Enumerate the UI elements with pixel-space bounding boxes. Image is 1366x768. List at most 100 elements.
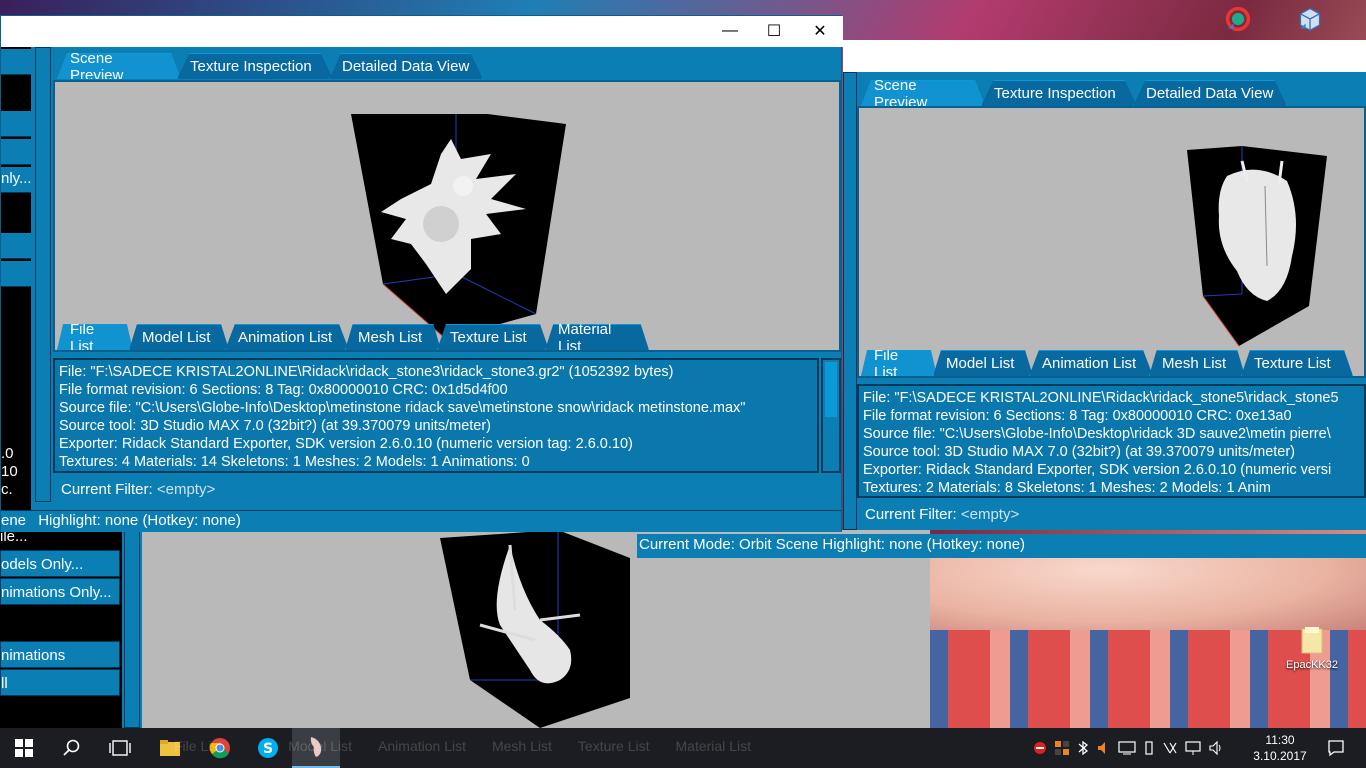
windows-icon (15, 739, 33, 757)
back-sidebar: ile... odels Only... nimations Only... n… (0, 528, 122, 728)
close-button[interactable]: ✕ (797, 16, 843, 46)
sidebar-button-3[interactable] (1, 139, 31, 165)
speaker-icon[interactable] (1208, 740, 1224, 756)
back-window: ile... odels Only... nimations Only... n… (0, 528, 930, 728)
right-titlebar[interactable] (843, 40, 1366, 72)
task-view-button[interactable] (96, 728, 144, 768)
back-model-box (440, 530, 630, 728)
tab-mesh-list[interactable]: Mesh List (345, 324, 441, 350)
file-info-line-3: Source file: "C:\Users\Globe-Info\Deskto… (59, 400, 746, 416)
tab-scene-preview[interactable]: Scene Preview (57, 53, 181, 79)
main-sidebar: nly... .0 10 c. (1, 47, 31, 517)
status-prefix: ene (1, 512, 27, 529)
system-tray (1032, 728, 1224, 768)
right-tab-texture-inspection[interactable]: Texture Inspection (981, 80, 1137, 106)
volume-muted-icon[interactable] (1096, 740, 1112, 756)
main-model-box (351, 114, 566, 340)
monitor-icon[interactable] (1118, 740, 1136, 756)
right-list-tabs: File List Model List Animation List Mesh… (861, 348, 1353, 376)
right-file-info-line-6: Textures: 2 Materials: 8 Skeletons: 1 Me… (863, 480, 1271, 496)
start-button[interactable] (0, 728, 48, 768)
right-status-text: Current Mode: Orbit Scene Highlight: non… (639, 536, 1026, 553)
right-file-info-line-2: File format revision: 6 Sections: 8 Tag:… (863, 408, 1292, 424)
right-tab-mesh-list[interactable]: Mesh List (1149, 350, 1245, 376)
ghost-list-tabs: File List Model List Animation List Mesh… (150, 738, 777, 754)
file-info-line-6: Textures: 4 Materials: 14 Skeletons: 1 M… (59, 454, 530, 470)
main-window: — ☐ ✕ nly... .0 10 c. Scene Preview Text… (0, 15, 843, 532)
network-icon[interactable] (1184, 740, 1202, 756)
tab-file-list[interactable]: File List (57, 324, 133, 350)
right-filter-value: <empty> (960, 506, 1020, 523)
desktop-icon-label: EpacKK32 (1286, 659, 1338, 671)
right-file-info-box[interactable]: File: "F:\SADECE KRISTAL2ONLINE\Ridack\r… (857, 384, 1366, 498)
sidebar-button-only[interactable]: nly... (1, 167, 31, 193)
right-tab-file-list[interactable]: File List (861, 350, 937, 376)
sidebar-button-1[interactable] (1, 49, 31, 75)
right-tab-scene-preview[interactable]: Scene Preview (861, 80, 985, 106)
back-sidebar-animations-only-button[interactable]: nimations Only... (0, 578, 120, 605)
back-sidebar-animations-button[interactable]: nimations (0, 641, 120, 668)
tab-material-list[interactable]: Material List (545, 324, 649, 350)
desktop-icon-epackk32[interactable]: EpacKK32 (1282, 625, 1342, 671)
bluetooth-icon[interactable] (1076, 740, 1090, 756)
tray-app-red-icon[interactable] (1032, 740, 1048, 756)
right-file-info-line-1: File: "F:\SADECE KRISTAL2ONLINE\Ridack\r… (863, 390, 1339, 406)
notification-center-button[interactable] (1316, 728, 1356, 768)
back-viewport[interactable] (142, 530, 930, 728)
right-status-bar: Current Mode: Orbit Scene Highlight: non… (637, 534, 1366, 558)
task-view-icon (109, 740, 131, 756)
scroll-thumb[interactable] (825, 362, 837, 417)
main-scrollbar[interactable] (35, 47, 51, 502)
file-info-box[interactable]: File: "F:\SADECE KRISTAL2ONLINE\Ridack\r… (53, 358, 819, 473)
main-scene-viewport[interactable] (53, 80, 841, 352)
maximize-button[interactable]: ☐ (751, 16, 797, 46)
main-status-bar: ene Highlight: none (Hotkey: none) (1, 510, 841, 532)
clock-time: 11:30 (1265, 733, 1295, 747)
right-tab-animation-list[interactable]: Animation List (1029, 350, 1153, 376)
desktop-icon-app2[interactable] (1280, 4, 1340, 38)
sidebar-button-5[interactable] (1, 261, 31, 287)
main-top-tabs: Scene Preview Texture Inspection Detaile… (57, 51, 483, 79)
minimize-button[interactable]: — (707, 16, 753, 46)
tab-animation-list[interactable]: Animation List (225, 324, 349, 350)
sidebar-text-version-c: c. (1, 481, 13, 498)
folder-icon (1301, 627, 1323, 654)
tab-texture-list[interactable]: Texture List (437, 324, 549, 350)
tab-model-list[interactable]: Model List (129, 324, 229, 350)
tray-app-grid-icon[interactable] (1054, 740, 1070, 756)
right-window: Scene Preview Texture Inspection Detaile… (843, 40, 1366, 530)
back-scrollbar[interactable] (124, 530, 140, 728)
search-button[interactable] (48, 728, 96, 768)
right-tab-texture-list[interactable]: Texture List (1241, 350, 1353, 376)
right-tab-model-list[interactable]: Model List (933, 350, 1033, 376)
tab-texture-inspection[interactable]: Texture Inspection (177, 53, 333, 79)
right-scene-viewport[interactable] (857, 106, 1366, 378)
ghost-tab-material-list: Material List (675, 738, 751, 754)
main-titlebar[interactable]: — ☐ ✕ (1, 16, 843, 47)
color-wheel-icon (1225, 6, 1251, 32)
right-file-info-line-3: Source file: "C:\Users\Globe-Info\Deskto… (863, 426, 1331, 442)
notification-icon (1328, 740, 1344, 757)
sidebar-button-4[interactable] (1, 233, 31, 259)
filter-value: <empty> (156, 481, 216, 498)
right-scrollbar[interactable] (843, 72, 857, 530)
desktop-icon-app1[interactable] (1208, 4, 1268, 38)
right-file-info-line-4: Source tool: 3D Studio MAX 7.0 (32bit?) … (863, 444, 1296, 460)
sidebar-button-2[interactable] (1, 111, 31, 137)
right-file-info-line-5: Exporter: Ridack Standard Exporter, SDK … (863, 462, 1332, 478)
sidebar-text-version-a: .0 (1, 445, 14, 462)
input-method-icon[interactable] (1162, 740, 1178, 756)
usb-icon[interactable] (1142, 740, 1156, 756)
right-tab-detailed-data-view[interactable]: Detailed Data View (1133, 80, 1287, 106)
back-sidebar-all-button[interactable]: ll (0, 669, 120, 696)
wallpaper-skin (930, 555, 1366, 630)
ghost-tab-file-list: File List (174, 738, 223, 754)
right-top-tabs: Scene Preview Texture Inspection Detaile… (861, 78, 1287, 106)
back-sidebar-models-only-button[interactable]: odels Only... (0, 550, 120, 577)
clock[interactable]: 11:30 3.10.2017 (1250, 728, 1310, 768)
ghost-tab-texture-list: Texture List (577, 738, 650, 754)
file-info-line-5: Exporter: Ridack Standard Exporter, SDK … (59, 436, 633, 452)
tab-detailed-data-view[interactable]: Detailed Data View (329, 53, 483, 79)
file-info-scrollbar[interactable] (821, 358, 841, 473)
file-info-line-1: File: "F:\SADECE KRISTAL2ONLINE\Ridack\r… (59, 364, 674, 380)
